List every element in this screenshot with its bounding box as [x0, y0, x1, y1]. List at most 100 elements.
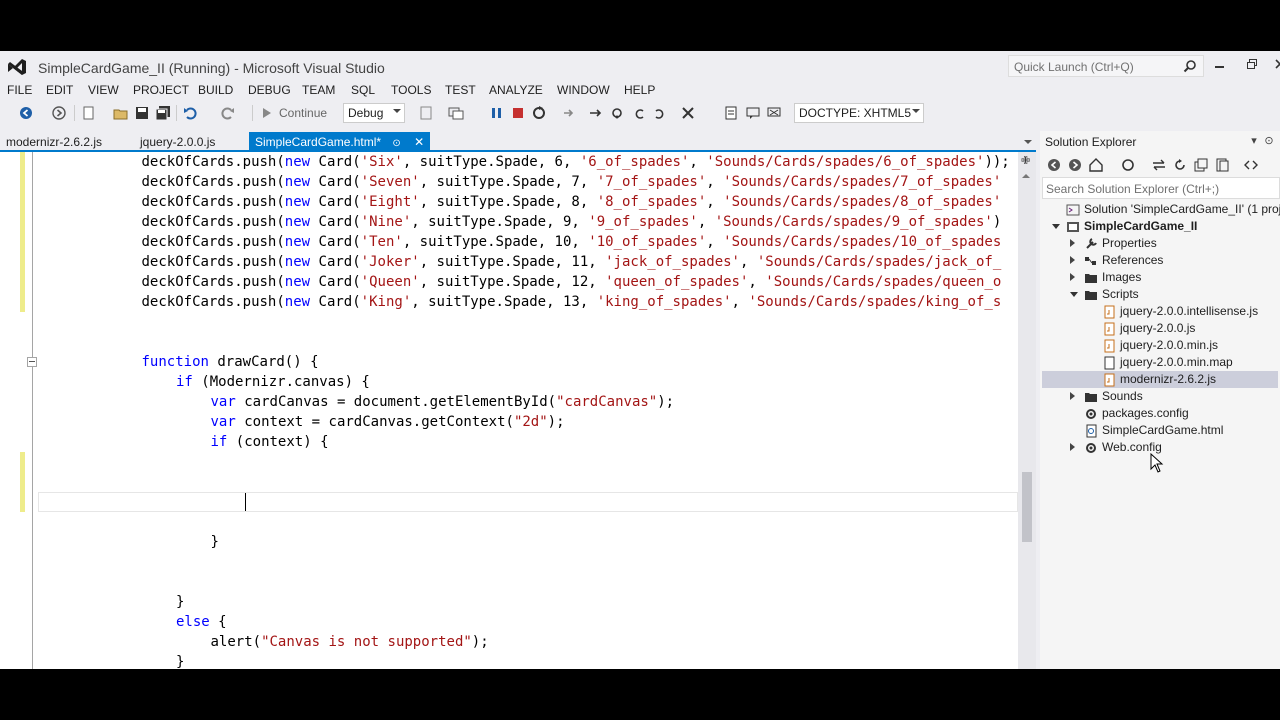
tree-node[interactable]: Sounds	[1042, 388, 1278, 405]
quick-launch-input[interactable]: Quick Launch (Ctrl+Q)	[1008, 55, 1204, 77]
back-icon[interactable]	[1046, 157, 1062, 173]
configuration-value: Debug	[348, 106, 384, 120]
stop-icon[interactable]	[510, 105, 526, 121]
open-file-icon[interactable]	[113, 105, 129, 121]
code-editor[interactable]: deckOfCards.push(new Card('Six', suitTyp…	[0, 152, 1036, 669]
refresh-icon[interactable]	[1172, 157, 1188, 173]
tree-node[interactable]: SimpleCardGame.html	[1042, 422, 1278, 439]
forward-icon[interactable]	[1067, 157, 1083, 173]
search-solution-explorer-input[interactable]: Search Solution Explorer (Ctrl+;)	[1042, 177, 1280, 199]
menu-project[interactable]: PROJECT	[133, 83, 189, 97]
navigate-forward-icon[interactable]	[51, 105, 67, 121]
step-into-icon[interactable]	[588, 105, 604, 121]
menu-window[interactable]: WINDOW	[557, 83, 610, 97]
pin-icon[interactable]: ⊙	[392, 138, 400, 149]
tree-node[interactable]: jquery-2.0.0.intellisense.js	[1042, 303, 1278, 320]
menu-help[interactable]: HELP	[624, 83, 655, 97]
menu-view[interactable]: VIEW	[88, 83, 119, 97]
solution-tree: Solution 'SimpleCardGame_II' (1 project)…	[1040, 201, 1280, 669]
collapsed-chevron-icon[interactable]	[1070, 392, 1075, 400]
show-next-statement-icon[interactable]	[561, 105, 577, 121]
tree-node[interactable]: References	[1042, 252, 1278, 269]
document-icon[interactable]	[723, 105, 739, 121]
tree-node[interactable]: modernizr-2.6.2.js	[1042, 371, 1278, 388]
code-line: alert("Canvas is not supported");	[211, 632, 489, 652]
tree-node-label: Images	[1102, 270, 1142, 284]
restore-button[interactable]	[1242, 57, 1262, 73]
tab-simplecardgame-html[interactable]: SimpleCardGame.html* ⊙ ✕	[249, 132, 431, 151]
menu-team[interactable]: TEAM	[302, 83, 335, 97]
collapse-all-icon[interactable]	[1193, 157, 1209, 173]
restart-icon[interactable]	[531, 105, 547, 121]
attach-icon[interactable]	[418, 105, 434, 121]
collapsed-chevron-icon[interactable]	[1070, 443, 1075, 451]
split-window-icon[interactable]: ✙	[1021, 155, 1033, 167]
continue-play-icon[interactable]	[259, 105, 275, 121]
step-back-icon[interactable]	[652, 105, 668, 121]
vertical-scrollbar[interactable]	[1018, 152, 1036, 669]
uncomment-icon[interactable]	[766, 105, 782, 121]
tree-node[interactable]: jquery-2.0.0.js	[1042, 320, 1278, 337]
expanded-chevron-icon[interactable]	[1070, 292, 1078, 297]
collapsed-chevron-icon[interactable]	[1070, 256, 1075, 264]
menu-file[interactable]: FILE	[7, 83, 32, 97]
redo-icon[interactable]	[219, 105, 235, 121]
code-line: deckOfCards.push(new Card('Eight', suitT…	[142, 192, 1002, 212]
comment-icon[interactable]	[745, 105, 761, 121]
pause-icon[interactable]	[489, 105, 505, 121]
browser-link-icon[interactable]	[448, 105, 464, 121]
menu-test[interactable]: TEST	[445, 83, 476, 97]
current-line-highlight	[38, 492, 1018, 512]
close-window-button[interactable]	[1270, 57, 1280, 73]
tree-node[interactable]: SimpleCardGame_II	[1042, 218, 1278, 235]
tree-node[interactable]: Images	[1042, 269, 1278, 286]
sync-icon[interactable]	[1151, 157, 1167, 173]
minimize-button[interactable]	[1210, 57, 1230, 73]
scrollbar-thumb[interactable]	[1022, 472, 1032, 542]
tree-node[interactable]: Properties	[1042, 235, 1278, 252]
view-code-icon[interactable]	[1243, 157, 1259, 173]
tab-list-dropdown-icon[interactable]	[1024, 140, 1032, 144]
pending-changes-filter-icon[interactable]	[1120, 157, 1136, 173]
code-text: }	[176, 654, 185, 669]
save-icon[interactable]	[134, 105, 150, 121]
tree-node[interactable]: jquery-2.0.0.min.js	[1042, 337, 1278, 354]
continue-label[interactable]: Continue	[279, 106, 327, 120]
tab-modernizr[interactable]: modernizr-2.6.2.js	[0, 132, 108, 151]
exception-settings-icon[interactable]	[680, 105, 696, 121]
undo-icon[interactable]	[183, 105, 199, 121]
collapsed-chevron-icon[interactable]	[1070, 239, 1075, 247]
tree-node-label: Sounds	[1102, 389, 1143, 403]
tree-node[interactable]: Solution 'SimpleCardGame_II' (1 project)	[1042, 201, 1280, 218]
collapse-region-icon[interactable]	[27, 357, 37, 367]
save-all-icon[interactable]	[155, 105, 171, 121]
menu-edit[interactable]: EDIT	[46, 83, 73, 97]
menu-sql[interactable]: SQL	[351, 83, 375, 97]
home-icon[interactable]	[1088, 157, 1104, 173]
tab-jquery[interactable]: jquery-2.0.0.js	[134, 132, 221, 151]
file-icon	[1104, 356, 1115, 370]
scroll-up-icon[interactable]	[1022, 174, 1030, 178]
close-tab-icon[interactable]: ✕	[414, 135, 424, 149]
pin-icon[interactable]: ⊙	[1263, 133, 1275, 149]
menu-tools[interactable]: TOOLS	[391, 83, 431, 97]
toolbar-separator	[176, 105, 177, 121]
new-project-icon[interactable]	[81, 105, 97, 121]
expanded-chevron-icon[interactable]	[1052, 224, 1060, 229]
configuration-dropdown[interactable]: Debug	[343, 103, 405, 123]
panel-menu-icon[interactable]: ▾	[1248, 133, 1260, 149]
step-over-icon[interactable]	[609, 105, 625, 121]
menu-analyze[interactable]: ANALYZE	[489, 83, 543, 97]
tree-node[interactable]: packages.config	[1042, 405, 1278, 422]
collapsed-chevron-icon[interactable]	[1070, 273, 1075, 281]
tree-node[interactable]: jquery-2.0.0.min.map	[1042, 354, 1278, 371]
show-all-files-icon[interactable]	[1214, 157, 1230, 173]
menu-debug[interactable]: DEBUG	[248, 83, 291, 97]
doctype-dropdown[interactable]: DOCTYPE: XHTML5	[794, 103, 924, 123]
code-text: (Modernizr.canvas) {	[192, 374, 370, 390]
step-out-icon[interactable]	[631, 105, 647, 121]
navigate-back-icon[interactable]	[18, 105, 34, 121]
code-keyword: new	[284, 294, 311, 310]
tree-node[interactable]: Scripts	[1042, 286, 1278, 303]
menu-build[interactable]: BUILD	[198, 83, 233, 97]
